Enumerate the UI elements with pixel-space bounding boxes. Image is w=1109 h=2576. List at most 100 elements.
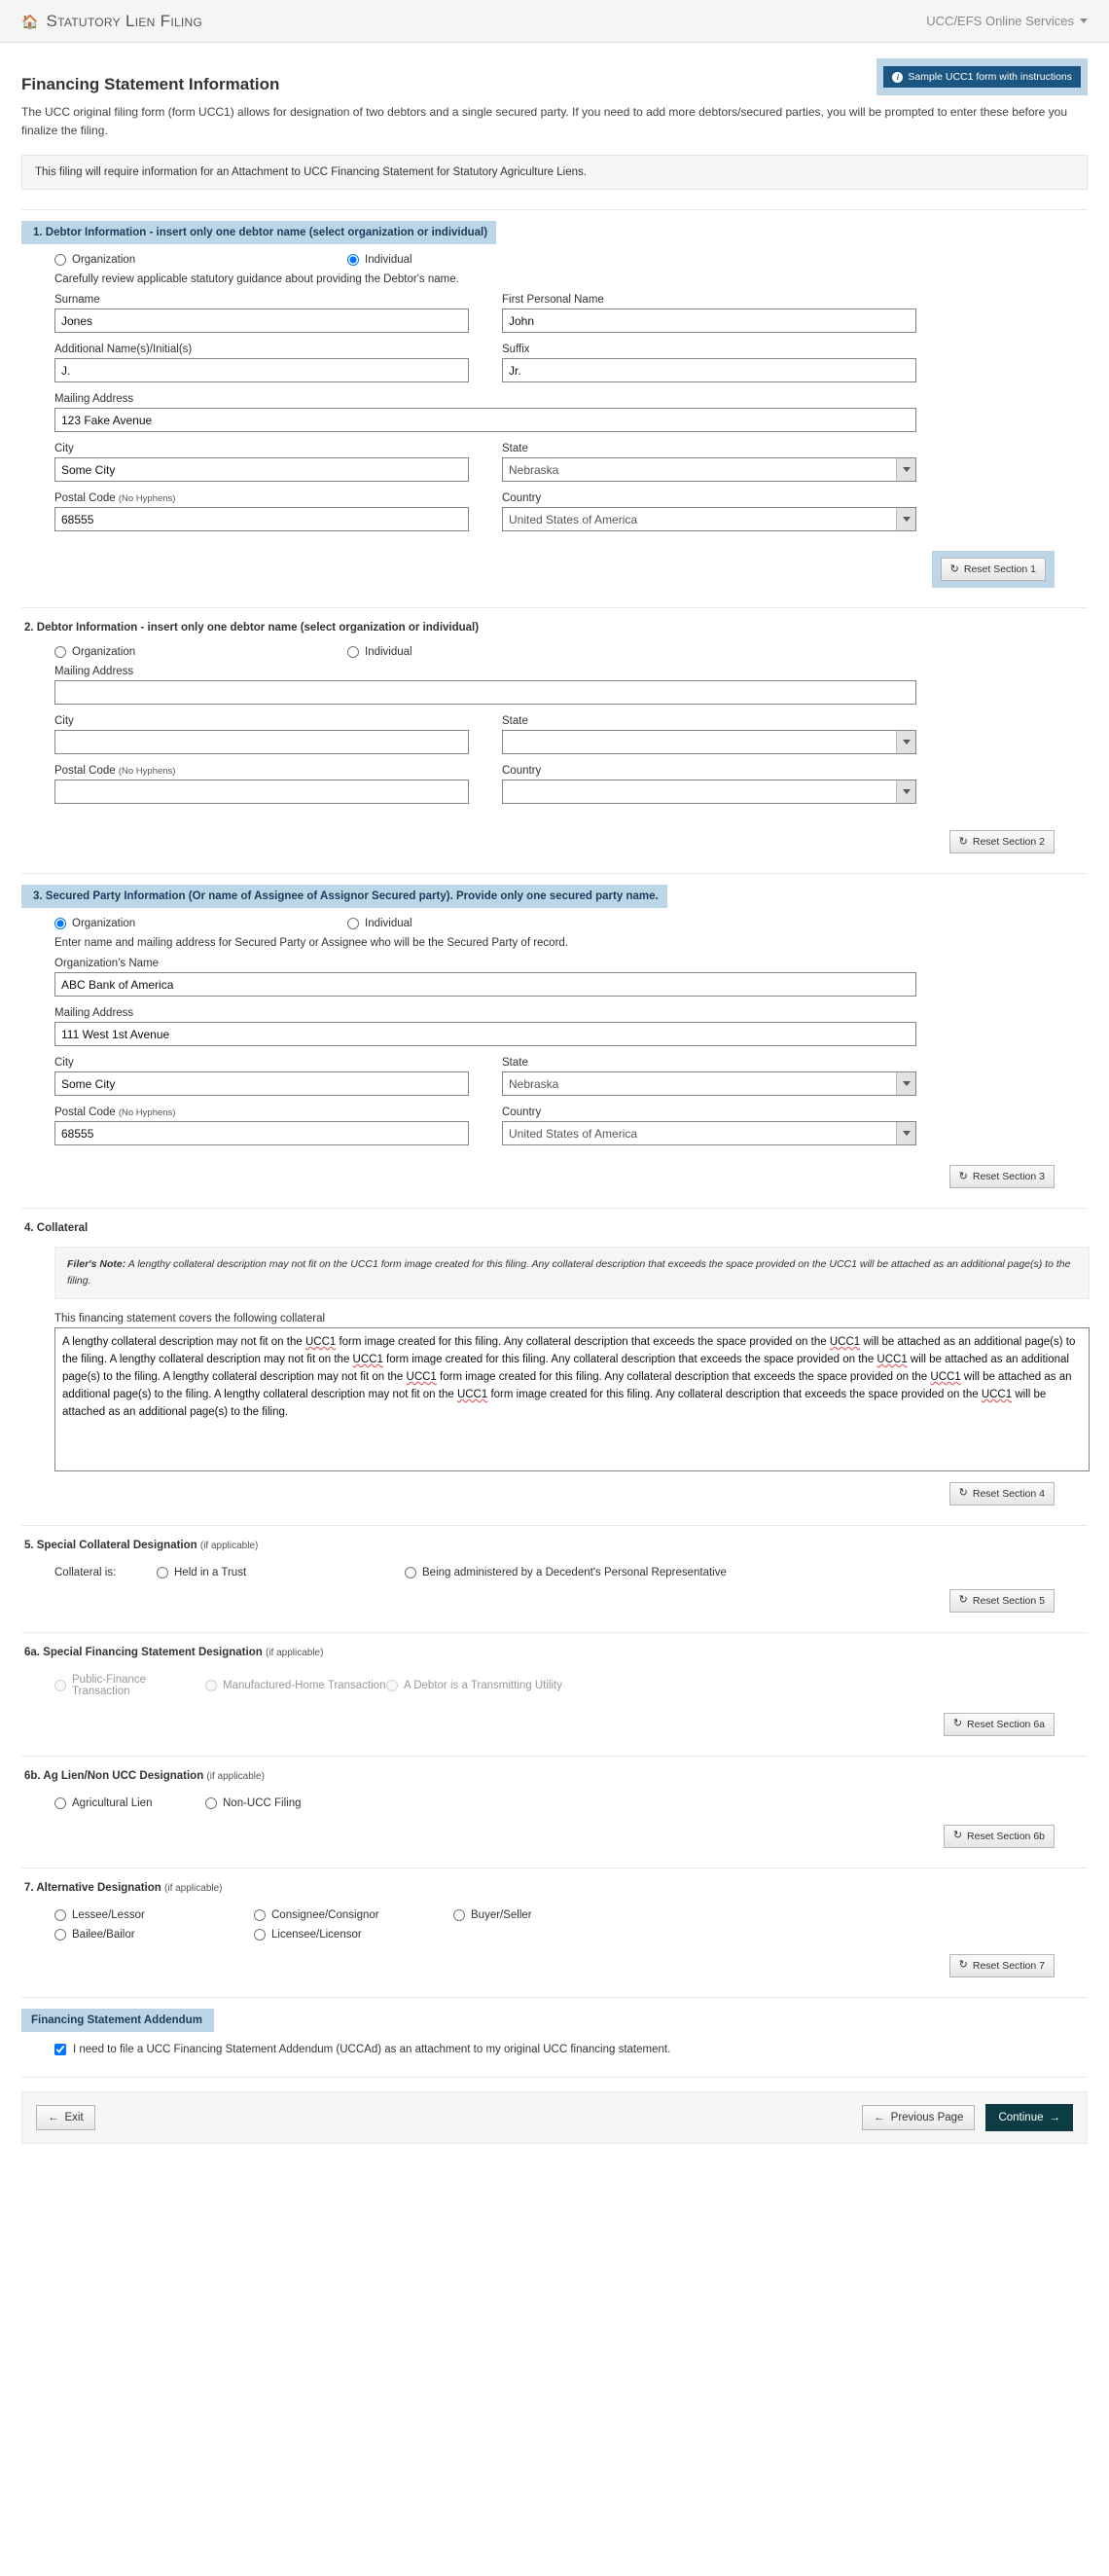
section-1-mailing-address-label: Mailing Address (54, 393, 134, 406)
decedent-representative-radio-option[interactable]: Being administered by a Decedent's Perso… (405, 1566, 727, 1578)
held-in-trust-radio-option[interactable]: Held in a Trust (157, 1566, 405, 1578)
public-finance-transaction-radio-option: Public-Finance Transaction (54, 1674, 205, 1697)
brand-home-link[interactable]: 🏠 Statutory Lien Filing (21, 12, 202, 31)
reset-section-6a-label: Reset Section 6a (967, 1718, 1045, 1730)
addendum-checkbox-option[interactable]: I need to file a UCC Financing Statement… (54, 2043, 1088, 2055)
organization-name-input[interactable] (54, 972, 916, 998)
section-6a-options: Public-Finance Transaction Manufactured-… (54, 1674, 1088, 1697)
reset-section-4-button[interactable]: ↻ Reset Section 4 (948, 1481, 1055, 1506)
section-3-organization-label: Organization (72, 918, 136, 930)
reset-section-6a-button[interactable]: ↻ Reset Section 6a (943, 1712, 1055, 1736)
section-1-state-label: State (502, 443, 528, 455)
section-3-postal-code-label: Postal Code (No Hyphens) (54, 1107, 469, 1118)
non-ucc-filing-radio[interactable] (205, 1796, 217, 1809)
reset-section-3-button[interactable]: ↻ Reset Section 3 (948, 1165, 1055, 1189)
section-1-organization-label: Organization (72, 254, 136, 267)
section-3-mailing-address-label: Mailing Address (54, 1007, 134, 1020)
services-dropdown[interactable]: UCC/EFS Online Services (926, 14, 1088, 28)
reset-section-1-button[interactable]: ↻ Reset Section 1 (940, 558, 1046, 582)
additional-names-input[interactable] (54, 358, 469, 383)
collateral-textarea[interactable]: A lengthy collateral description may not… (54, 1326, 1090, 1471)
public-finance-transaction-label: Public-Finance Transaction (72, 1673, 147, 1697)
reset-section-2-button[interactable]: ↻ Reset Section 2 (948, 830, 1055, 854)
section-2-organization-radio-option[interactable]: Organization (54, 646, 347, 659)
agricultural-lien-label: Agricultural Lien (72, 1796, 153, 1809)
section-1-postal-code-input[interactable] (54, 507, 469, 532)
collateral-textarea-value: A lengthy collateral description may not… (62, 1335, 1079, 1418)
section-3-city-input[interactable] (54, 1071, 469, 1097)
divider (21, 2076, 1088, 2078)
reset-section-6b-label: Reset Section 6b (967, 1830, 1045, 1842)
section-3-individual-radio-option[interactable]: Individual (347, 918, 412, 930)
section-1-mailing-address-input[interactable] (54, 408, 916, 433)
licensee-licensor-radio-option[interactable]: Licensee/Licensor (254, 1928, 362, 1941)
section-1-debtor-information: 1. Debtor Information - insert only one … (21, 210, 1088, 589)
agricultural-lien-radio[interactable] (54, 1796, 66, 1809)
previous-page-button-label: Previous Page (890, 2111, 964, 2123)
section-1-postal-code-label: Postal Code (No Hyphens) (54, 492, 469, 504)
section-1-individual-radio-option[interactable]: Individual (347, 254, 412, 267)
section-2-country-select[interactable] (502, 780, 916, 805)
reset-section-3-label: Reset Section 3 (972, 1171, 1045, 1183)
section-2-postal-code-input[interactable] (54, 780, 469, 805)
reset-section-7-label: Reset Section 7 (972, 1959, 1045, 1972)
licensee-licensor-radio[interactable] (254, 1928, 266, 1941)
section-2-mailing-address-input[interactable] (54, 680, 916, 706)
section-2-individual-radio-option[interactable]: Individual (347, 646, 412, 659)
section-1-organization-radio-option[interactable]: Organization (54, 254, 347, 267)
lessee-lessor-radio[interactable] (54, 1908, 66, 1921)
lessee-lessor-radio-option[interactable]: Lessee/Lessor (54, 1908, 254, 1921)
section-3-organization-radio[interactable] (54, 918, 66, 930)
sample-ucc1-form-button[interactable]: i Sample UCC1 form with instructions (883, 66, 1081, 88)
buyer-seller-radio-option[interactable]: Buyer/Seller (453, 1908, 532, 1921)
decedent-representative-label: Being administered by a Decedent's Perso… (422, 1566, 727, 1578)
section-3-state-select[interactable]: Nebraska (502, 1071, 916, 1097)
section-7-options-row-2: Bailee/Bailor Licensee/Licensor (54, 1928, 1088, 1941)
section-2-state-select[interactable] (502, 730, 916, 755)
refresh-icon: ↻ (958, 1487, 968, 1500)
section-1-organization-radio[interactable] (54, 254, 66, 267)
exit-button[interactable]: ← Exit (36, 2104, 95, 2130)
section-3-individual-radio[interactable] (347, 918, 359, 930)
suffix-input[interactable] (502, 358, 916, 383)
section-3-organization-radio-option[interactable]: Organization (54, 918, 347, 930)
arrow-left-icon: ← (48, 2111, 59, 2123)
agricultural-lien-radio-option[interactable]: Agricultural Lien (54, 1796, 205, 1809)
attachment-notice: This filing will require information for… (21, 155, 1088, 191)
surname-input[interactable] (54, 308, 469, 334)
reset-section-6b-button[interactable]: ↻ Reset Section 6b (943, 1824, 1055, 1848)
section-1-postal-code-label-main: Postal Code (54, 492, 116, 505)
exit-button-label: Exit (64, 2111, 84, 2123)
home-icon: 🏠 (21, 13, 39, 29)
reset-section-5-button[interactable]: ↻ Reset Section 5 (948, 1588, 1055, 1613)
previous-page-button[interactable]: ← Previous Page (862, 2104, 976, 2130)
bailee-bailor-radio[interactable] (54, 1928, 66, 1941)
addendum-checkbox[interactable] (54, 2043, 66, 2055)
section-3-postal-code-input[interactable] (54, 1121, 469, 1146)
non-ucc-filing-radio-option[interactable]: Non-UCC Filing (205, 1796, 302, 1809)
transmitting-utility-label: A Debtor is a Transmitting Utility (404, 1679, 562, 1691)
buyer-seller-radio[interactable] (453, 1908, 465, 1921)
section-1-individual-radio[interactable] (347, 254, 359, 267)
section-6b-options: Agricultural Lien Non-UCC Filing (54, 1796, 1088, 1809)
section-1-country-select[interactable]: United States of America (502, 507, 916, 532)
section-1-individual-label: Individual (365, 254, 412, 267)
section-3-country-select[interactable]: United States of America (502, 1121, 916, 1146)
first-personal-name-input[interactable] (502, 308, 916, 334)
consignee-consignor-radio[interactable] (254, 1908, 266, 1921)
section-2-organization-radio[interactable] (54, 646, 66, 659)
bailee-bailor-radio-option[interactable]: Bailee/Bailor (54, 1928, 254, 1941)
held-in-trust-radio[interactable] (157, 1566, 168, 1578)
reset-section-7-button[interactable]: ↻ Reset Section 7 (948, 1953, 1055, 1977)
section-6a-heading: 6a. Special Financing Statement Designat… (21, 1644, 1088, 1661)
section-1-state-select[interactable]: Nebraska (502, 457, 916, 483)
decedent-representative-radio[interactable] (405, 1566, 416, 1578)
section-3-mailing-address-input[interactable] (54, 1022, 916, 1047)
section-2-individual-radio[interactable] (347, 646, 359, 659)
chevron-down-icon (1080, 18, 1088, 23)
continue-button[interactable]: Continue → (985, 2103, 1073, 2131)
section-2-city-input[interactable] (54, 730, 469, 755)
section-1-city-input[interactable] (54, 457, 469, 483)
refresh-icon: ↻ (949, 562, 959, 575)
consignee-consignor-radio-option[interactable]: Consignee/Consignor (254, 1908, 453, 1921)
